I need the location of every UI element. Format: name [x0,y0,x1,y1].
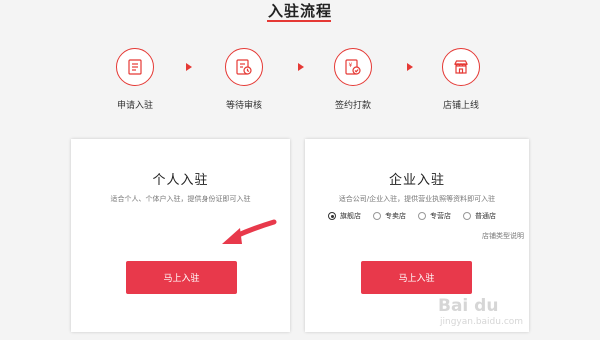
radio-checked-icon[interactable] [328,212,336,220]
step-review: 等待审核 [199,48,289,111]
store-type-radio-group: 旗舰店 专卖店 专营店 普通店 [328,211,496,221]
store-type-specialty[interactable]: 专营店 [418,211,451,221]
step-label-sign: 签约打款 [334,101,371,111]
radio-unchecked-icon[interactable] [463,212,471,220]
contract-payment-icon: ¥ [334,48,372,86]
store-type-exclusive[interactable]: 专卖店 [373,211,406,221]
annotation-arrow-icon [222,219,277,244]
personal-join-button[interactable]: 马上入驻 [126,261,237,294]
personal-card-description: 适合个人、个体户入驻，提供身份证即可入驻 [110,195,251,203]
step-label-online: 店铺上线 [442,101,479,111]
review-clock-icon [225,48,263,86]
radio-unchecked-icon[interactable] [373,212,381,220]
step-online: 店铺上线 [416,48,506,111]
title-underline [267,20,331,22]
step-label-review: 等待审核 [225,101,262,111]
radio-unchecked-icon[interactable] [418,212,426,220]
store-type-flagship[interactable]: 旗舰店 [328,211,361,221]
enterprise-card-title: 企业入驻 [388,173,445,188]
step-arrow-3 [407,63,413,71]
enterprise-join-button[interactable]: 马上入驻 [361,261,472,294]
page-title: 入驻流程 [267,2,332,20]
step-arrow-1 [186,63,192,71]
enterprise-card-description: 适合公司/企业入驻，提供营业执照等资料即可入驻 [338,195,496,203]
store-type-regular[interactable]: 普通店 [463,211,496,221]
step-arrow-2 [298,63,304,71]
baidu-watermark-url: jingyan.baidu.com [440,317,524,327]
storefront-icon [442,48,480,86]
step-label-apply: 申请入驻 [116,101,153,111]
store-type-exclusive-label: 专卖店 [385,212,406,220]
svg-text:¥: ¥ [349,62,353,69]
step-sign: ¥ 签约打款 [308,48,398,111]
document-form-icon [116,48,154,86]
store-type-regular-label: 普通店 [475,212,496,220]
step-apply: 申请入驻 [90,48,180,111]
store-type-flagship-label: 旗舰店 [340,212,361,220]
personal-card-title: 个人入驻 [152,173,209,188]
store-type-specialty-label: 专营店 [430,212,451,220]
baidu-watermark: Bai du [438,296,499,316]
store-type-info-link[interactable]: 店铺类型说明 [482,231,524,241]
